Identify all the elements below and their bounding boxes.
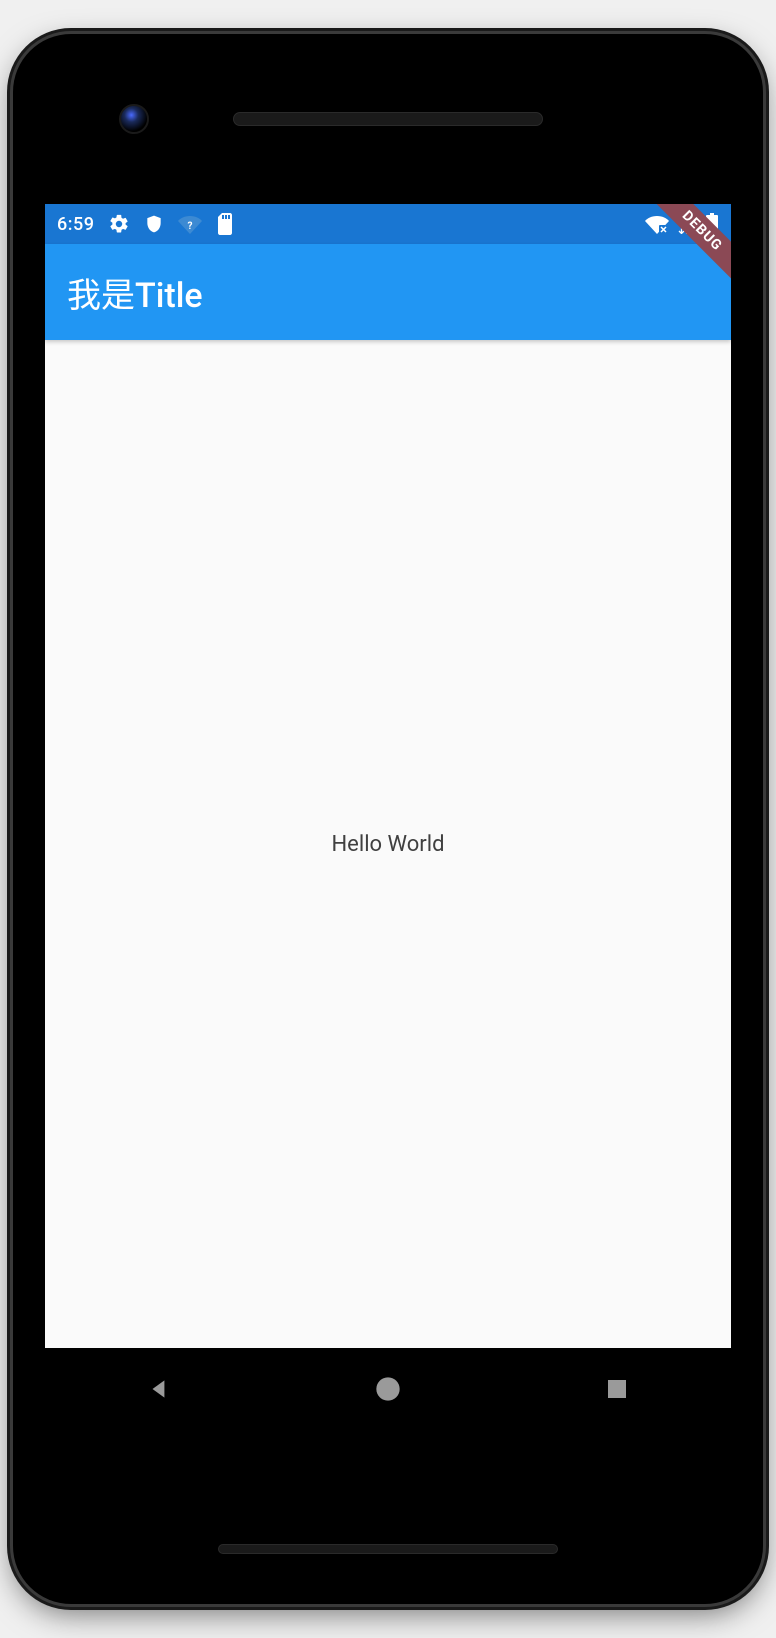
svg-text:?: ? [188, 221, 193, 232]
wifi-x-icon [645, 214, 669, 234]
app-bar: DEBUG 我是Title [45, 244, 731, 340]
square-recent-icon [605, 1377, 629, 1401]
body-text: Hello World [331, 832, 444, 857]
triangle-back-icon [146, 1376, 172, 1402]
sd-card-icon [216, 213, 234, 235]
device-top-bezel [13, 34, 763, 204]
earpiece-speaker [233, 112, 543, 126]
status-bar: 6:59 ? [45, 204, 731, 244]
bottom-speaker [218, 1544, 558, 1554]
wifi-help-icon: ? [178, 214, 202, 234]
settings-icon [108, 213, 130, 235]
app-bar-title: 我是Title [67, 268, 203, 317]
screen: 6:59 ? [45, 204, 731, 1348]
front-camera [119, 104, 149, 134]
circle-home-icon [374, 1375, 402, 1403]
shield-icon [144, 214, 164, 234]
nav-home-button[interactable] [373, 1374, 403, 1404]
nav-back-button[interactable] [144, 1374, 174, 1404]
device-frame: 6:59 ? [13, 34, 763, 1604]
body-content: Hello World [45, 340, 731, 1348]
navigation-bar [45, 1348, 731, 1430]
status-bar-left: 6:59 ? [57, 213, 234, 235]
device-bottom-bezel [13, 1430, 763, 1604]
nav-recent-button[interactable] [602, 1374, 632, 1404]
status-time: 6:59 [57, 214, 94, 235]
